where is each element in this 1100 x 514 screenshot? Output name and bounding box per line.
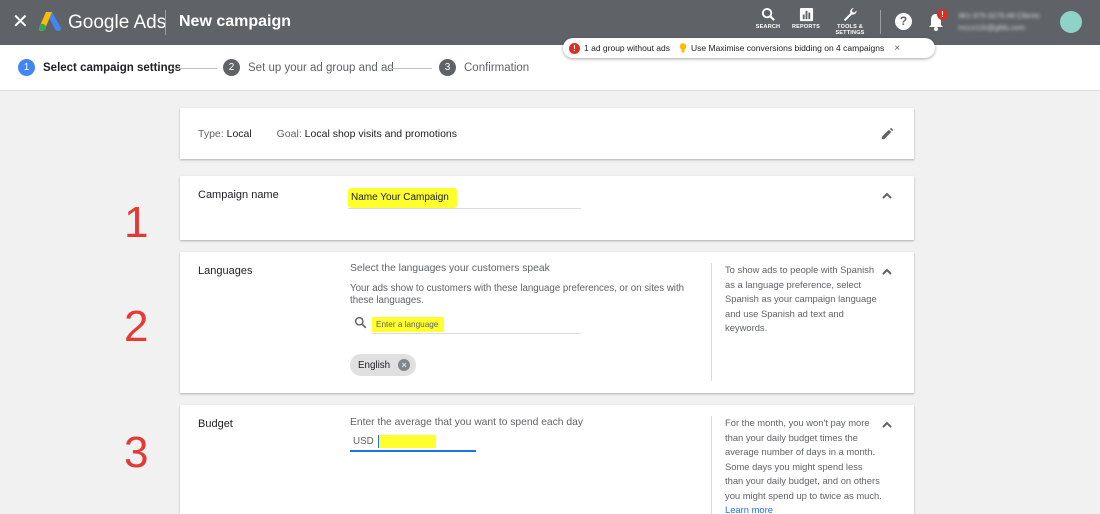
notice-close-icon[interactable]: × bbox=[894, 43, 900, 54]
currency-label: USD bbox=[353, 435, 374, 447]
language-search-placeholder: Enter a language bbox=[372, 317, 445, 332]
budget-help-text: For the month, you won't pay more than y… bbox=[725, 417, 882, 501]
campaign-summary-card: Type: Local Goal: Local shop visits and … bbox=[180, 108, 914, 159]
google-ads-logo bbox=[38, 12, 61, 32]
budget-heading: Enter the average that you want to spend… bbox=[350, 417, 583, 428]
header-divider bbox=[165, 10, 166, 35]
step-number: 2 bbox=[223, 59, 240, 76]
lightbulb-icon bbox=[679, 43, 687, 53]
page-title: New campaign bbox=[179, 13, 292, 30]
budget-help: For the month, you won't pay more than y… bbox=[711, 416, 883, 514]
error-icon: ! bbox=[569, 42, 580, 54]
campaign-name-input[interactable]: Name Your Campaign bbox=[348, 187, 581, 209]
step-number: 3 bbox=[439, 59, 456, 76]
language-search-icon bbox=[354, 316, 367, 329]
search-icon bbox=[761, 7, 775, 21]
annotation-number-3: 3 bbox=[124, 428, 149, 477]
campaign-stepper: 1 Select campaign settings 2 Set up your… bbox=[0, 45, 1100, 91]
annotation-number-2: 2 bbox=[124, 302, 149, 351]
step-number: 1 bbox=[18, 59, 35, 76]
step-select-campaign-settings[interactable]: 1 Select campaign settings bbox=[18, 59, 181, 76]
type-value: Local bbox=[226, 128, 252, 140]
top-app-bar: ✕ Google Ads New campaign SEARCH REPORTS… bbox=[0, 0, 1100, 45]
collapse-chevron-icon[interactable] bbox=[880, 189, 894, 203]
campaign-name-section: Campaign name Name Your Campaign bbox=[180, 176, 914, 240]
languages-title: Languages bbox=[198, 265, 253, 277]
annotation-number-1: 1 bbox=[124, 198, 149, 247]
edit-pencil-icon[interactable] bbox=[880, 126, 895, 141]
campaign-name-title: Campaign name bbox=[198, 189, 279, 201]
tools-settings-button[interactable]: TOOLS & SETTINGS bbox=[828, 7, 872, 36]
budget-amount-value bbox=[377, 434, 436, 448]
learn-more-link[interactable]: Learn more bbox=[725, 504, 773, 514]
goal-value: Local shop visits and promotions bbox=[304, 128, 458, 140]
wrench-icon bbox=[843, 7, 857, 22]
languages-help: To show ads to people with Spanish as a … bbox=[711, 263, 883, 381]
collapse-chevron-icon[interactable] bbox=[880, 265, 894, 279]
notification-badge: ! bbox=[937, 9, 948, 20]
toolbar-separator bbox=[880, 10, 881, 34]
budget-amount-input[interactable]: USD bbox=[350, 432, 476, 452]
notice-error-text[interactable]: 1 ad group without ads bbox=[584, 43, 670, 53]
brand-name: Google Ads bbox=[68, 12, 167, 33]
step-confirmation[interactable]: 3 Confirmation bbox=[439, 59, 529, 76]
budget-title: Budget bbox=[198, 418, 233, 430]
language-search-input[interactable]: Enter a language bbox=[372, 314, 581, 334]
campaign-type-goal: Type: Local Goal: Local shop visits and … bbox=[198, 128, 457, 140]
step-label: Select campaign settings bbox=[43, 61, 182, 74]
step-ad-group-and-ad[interactable]: 2 Set up your ad group and ad bbox=[223, 59, 394, 76]
tools-settings-label: TOOLS & SETTINGS bbox=[835, 24, 865, 36]
help-icon[interactable]: ? bbox=[895, 13, 912, 30]
languages-description: Your ads show to customers with these la… bbox=[350, 283, 685, 306]
step-label: Confirmation bbox=[464, 61, 530, 74]
avatar[interactable] bbox=[1060, 11, 1082, 33]
languages-heading: Select the languages your customers spea… bbox=[350, 263, 550, 274]
account-email: mccx11k@gfds.com bbox=[958, 23, 1026, 32]
close-icon[interactable]: ✕ bbox=[12, 11, 30, 33]
goal-label: Goal: bbox=[276, 128, 302, 140]
account-id: 361-375-3276 All Clients bbox=[958, 11, 1040, 20]
campaign-name-value: Name Your Campaign bbox=[348, 188, 457, 208]
reports-tool-button[interactable]: REPORTS bbox=[784, 7, 828, 30]
step-connector bbox=[172, 68, 217, 69]
account-info[interactable]: 361-375-3276 All Clients mccx11k@gfds.co… bbox=[958, 10, 1040, 34]
remove-chip-icon[interactable]: × bbox=[398, 359, 411, 371]
language-chip-english: English × bbox=[350, 354, 417, 376]
budget-section: Budget Enter the average that you want t… bbox=[180, 405, 914, 514]
step-label: Set up your ad group and ad bbox=[248, 61, 394, 74]
reports-icon bbox=[799, 7, 813, 22]
collapse-chevron-icon[interactable] bbox=[880, 418, 894, 432]
account-notice-bar: ! 1 ad group without ads Use Maximise co… bbox=[563, 38, 935, 58]
language-chip-label: English bbox=[358, 359, 391, 371]
reports-tool-label: REPORTS bbox=[792, 24, 820, 30]
step-connector bbox=[387, 68, 432, 69]
languages-section: Languages Select the languages your cust… bbox=[180, 252, 914, 393]
notice-tip-text[interactable]: Use Maximise conversions bidding on 4 ca… bbox=[691, 43, 884, 53]
type-label: Type: bbox=[198, 128, 224, 140]
